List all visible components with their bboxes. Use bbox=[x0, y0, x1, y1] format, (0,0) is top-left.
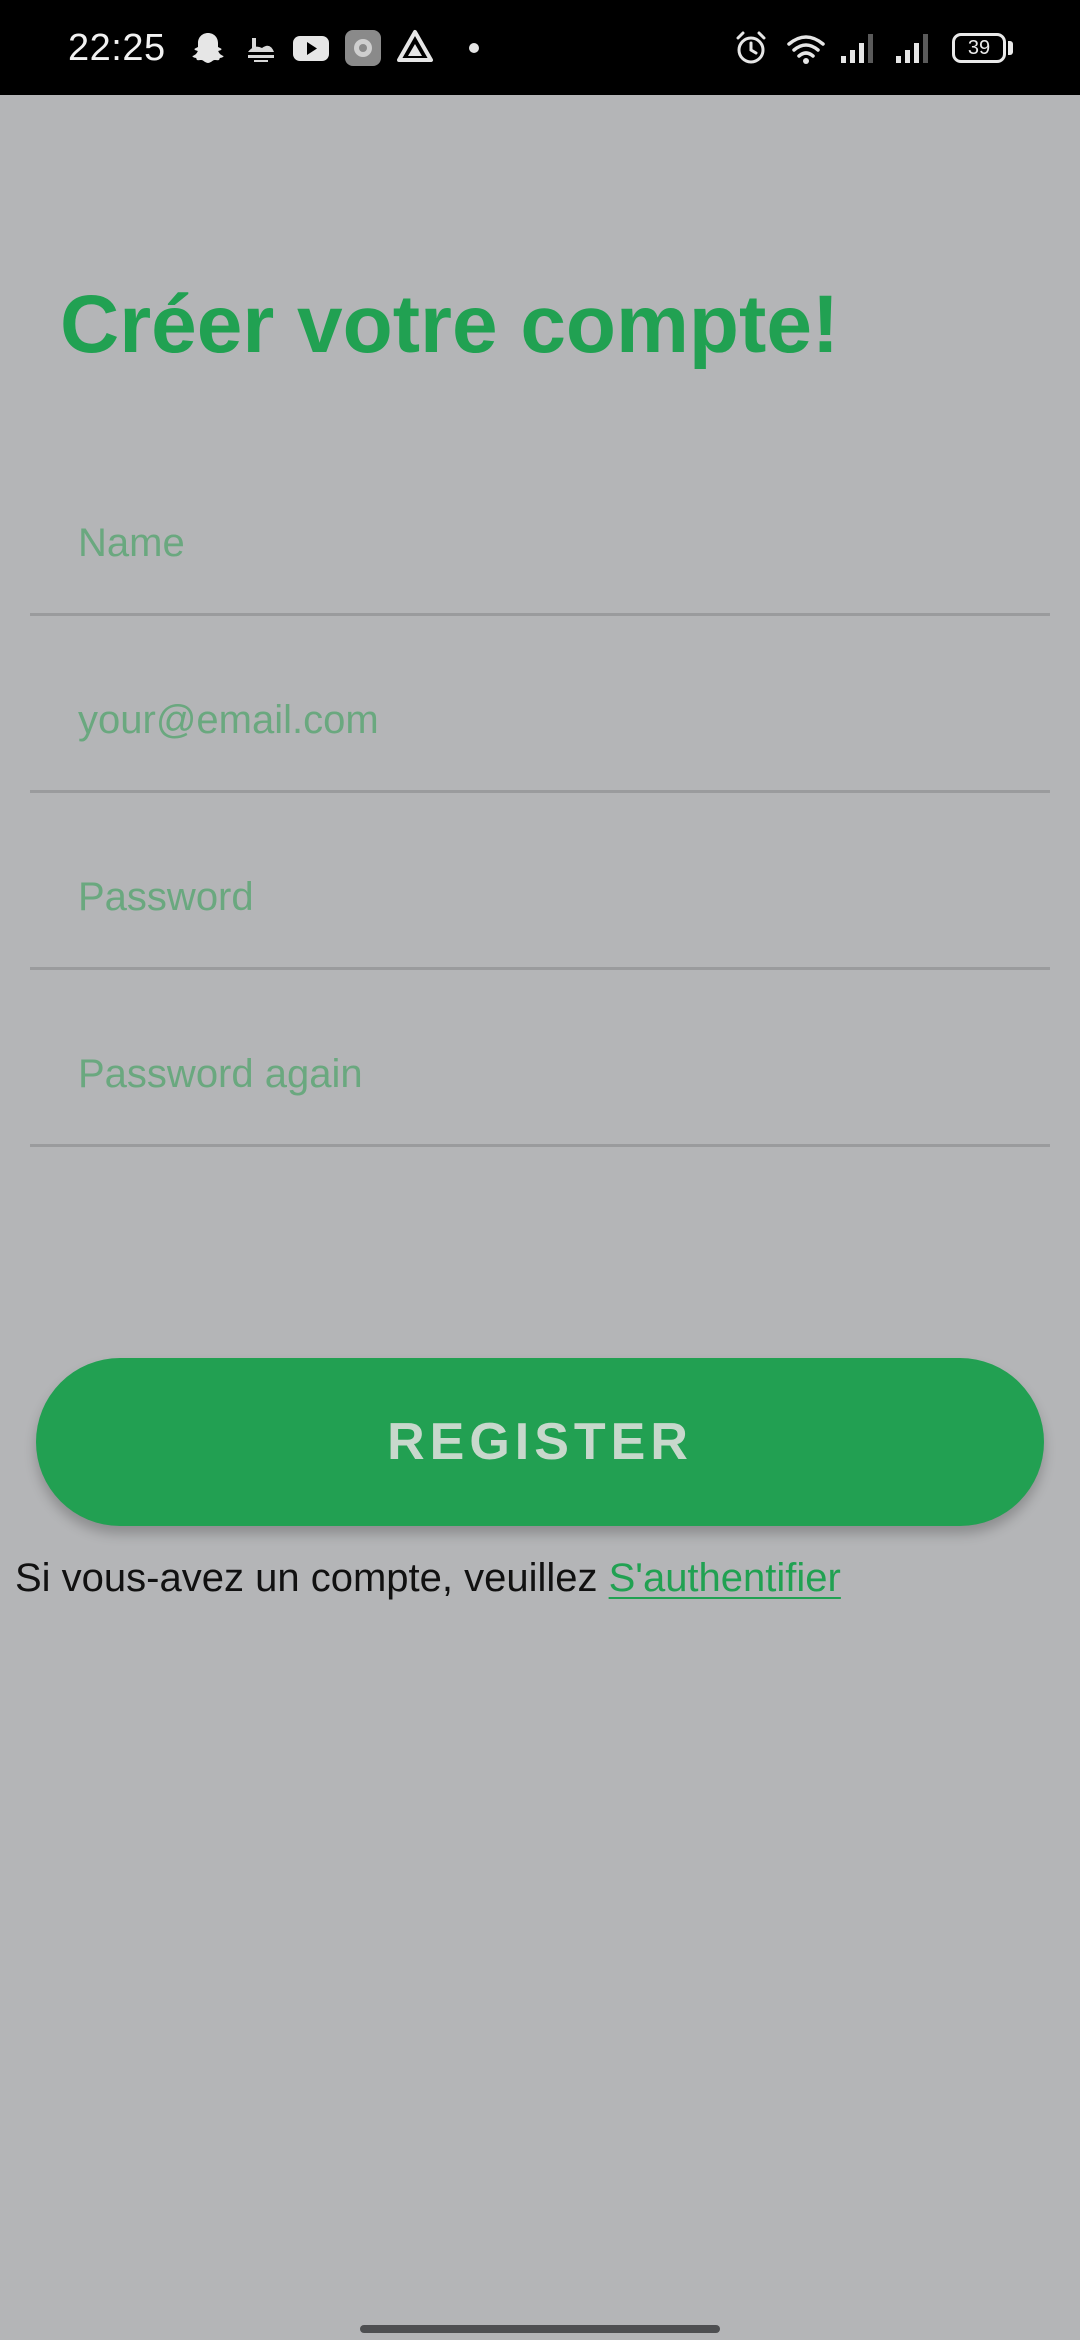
status-bar: 22:25 39 bbox=[0, 0, 1080, 95]
email-field[interactable] bbox=[30, 643, 1050, 793]
password-again-input[interactable] bbox=[78, 1044, 978, 1104]
youtube-icon bbox=[293, 36, 329, 61]
login-prompt: Si vous-avez un compte, veuillez S'authe… bbox=[15, 1548, 841, 1608]
settings-app-icon bbox=[345, 30, 381, 66]
page-title: Créer votre compte! bbox=[60, 279, 840, 370]
battery-level: 39 bbox=[967, 37, 991, 59]
home-indicator[interactable] bbox=[360, 2325, 720, 2333]
name-input[interactable] bbox=[78, 513, 978, 573]
signal-icon bbox=[841, 34, 873, 63]
email-input[interactable] bbox=[78, 690, 978, 750]
name-field[interactable] bbox=[30, 466, 1050, 616]
register-button[interactable]: REGISTER bbox=[36, 1358, 1044, 1526]
weather-icon bbox=[248, 38, 274, 62]
login-prompt-text: Si vous-avez un compte, veuillez bbox=[15, 1556, 598, 1600]
password-field[interactable] bbox=[30, 820, 1050, 970]
dot-icon bbox=[469, 43, 479, 53]
alarm-icon bbox=[736, 31, 766, 64]
drive-icon bbox=[397, 30, 433, 62]
signal-icon bbox=[896, 34, 928, 63]
snapchat-icon bbox=[192, 33, 224, 63]
wifi-icon bbox=[787, 35, 825, 64]
status-time: 22:25 bbox=[68, 27, 166, 69]
battery-icon: 39 bbox=[952, 33, 1006, 63]
battery-tip bbox=[1008, 41, 1013, 55]
login-link[interactable]: S'authentifier bbox=[609, 1556, 841, 1600]
password-again-field[interactable] bbox=[30, 997, 1050, 1147]
password-input[interactable] bbox=[78, 867, 978, 927]
